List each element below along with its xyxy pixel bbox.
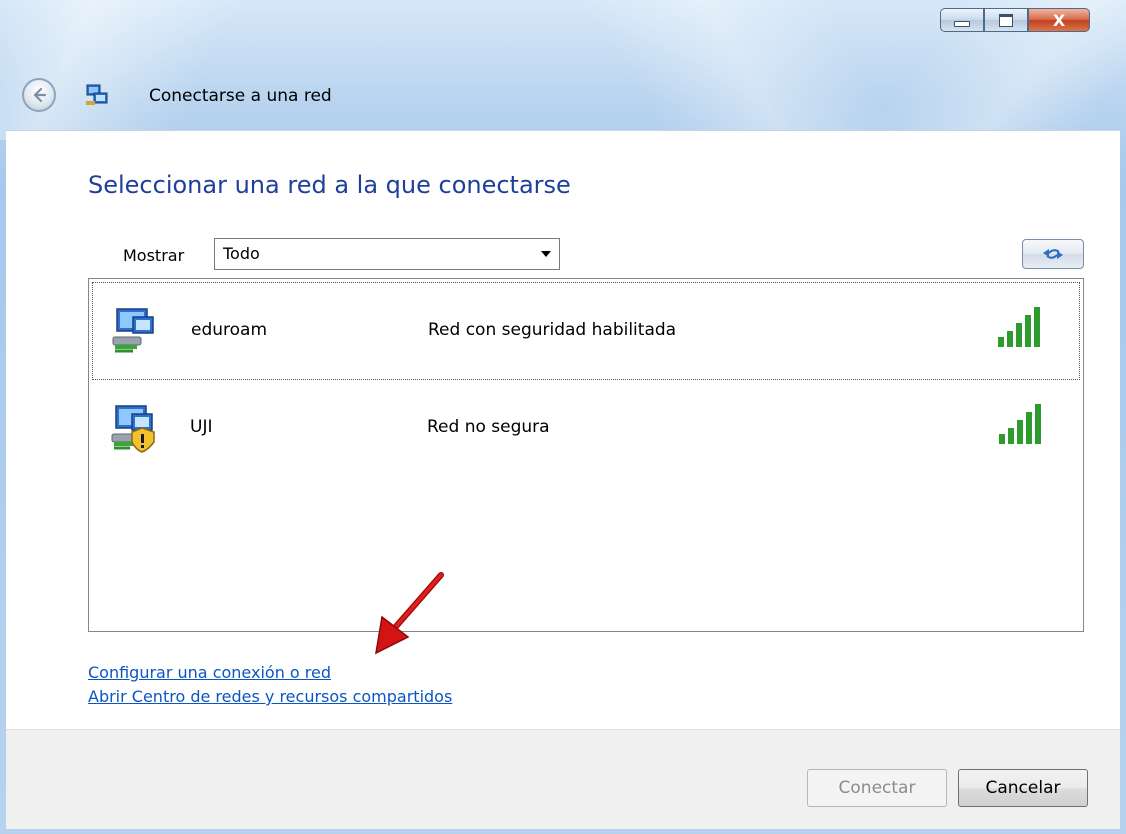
refresh-icon	[1043, 249, 1063, 259]
signal-strength-icon	[999, 404, 1041, 444]
network-center-link[interactable]: Abrir Centro de redes y recursos compart…	[88, 687, 452, 706]
network-status: Red con seguridad habilitada	[428, 320, 677, 340]
dialog-footer: Conectar Cancelar	[6, 729, 1120, 829]
content-area: Seleccionar una red a la que conectarse …	[6, 130, 1120, 729]
secure-network-icon	[112, 308, 154, 353]
page-heading: Seleccionar una red a la que conectarse	[88, 171, 571, 199]
back-button[interactable]	[22, 78, 56, 112]
annotation-arrow-icon	[375, 572, 444, 655]
network-name: eduroam	[191, 320, 268, 340]
network-connect-icon	[86, 84, 108, 105]
cancel-button[interactable]: Cancelar	[958, 769, 1088, 807]
show-label: Mostrar	[123, 246, 185, 265]
setup-connection-link[interactable]: Configurar una conexión o red	[88, 663, 331, 682]
network-row-eduroam[interactable]: eduroam Red con seguridad habilitada	[92, 282, 1080, 380]
maximize-icon	[999, 13, 1013, 27]
show-filter-dropdown[interactable]: Todo	[214, 238, 560, 270]
window-controls: X	[940, 8, 1090, 32]
connect-button[interactable]: Conectar	[807, 769, 947, 807]
minimize-icon	[954, 21, 970, 27]
back-arrow-icon	[33, 87, 47, 103]
minimize-button[interactable]	[940, 8, 984, 32]
connect-network-window: X Conectarse a una red Seleccionar una r…	[0, 0, 1126, 834]
refresh-button[interactable]	[1022, 239, 1084, 269]
close-icon: X	[1052, 10, 1066, 30]
network-name: UJI	[190, 417, 213, 437]
show-filter-value: Todo	[223, 244, 260, 263]
network-status: Red no segura	[427, 417, 550, 437]
maximize-button[interactable]	[984, 8, 1028, 32]
network-list[interactable]: eduroam Red con seguridad habilitada UJI…	[88, 278, 1084, 632]
close-button[interactable]: X	[1028, 8, 1090, 32]
signal-strength-icon	[998, 307, 1040, 347]
network-row-uji[interactable]: UJI Red no segura	[92, 380, 1080, 478]
chevron-down-icon	[541, 251, 551, 257]
window-title: Conectarse a una red	[149, 86, 332, 106]
unsecured-network-icon	[111, 405, 155, 453]
